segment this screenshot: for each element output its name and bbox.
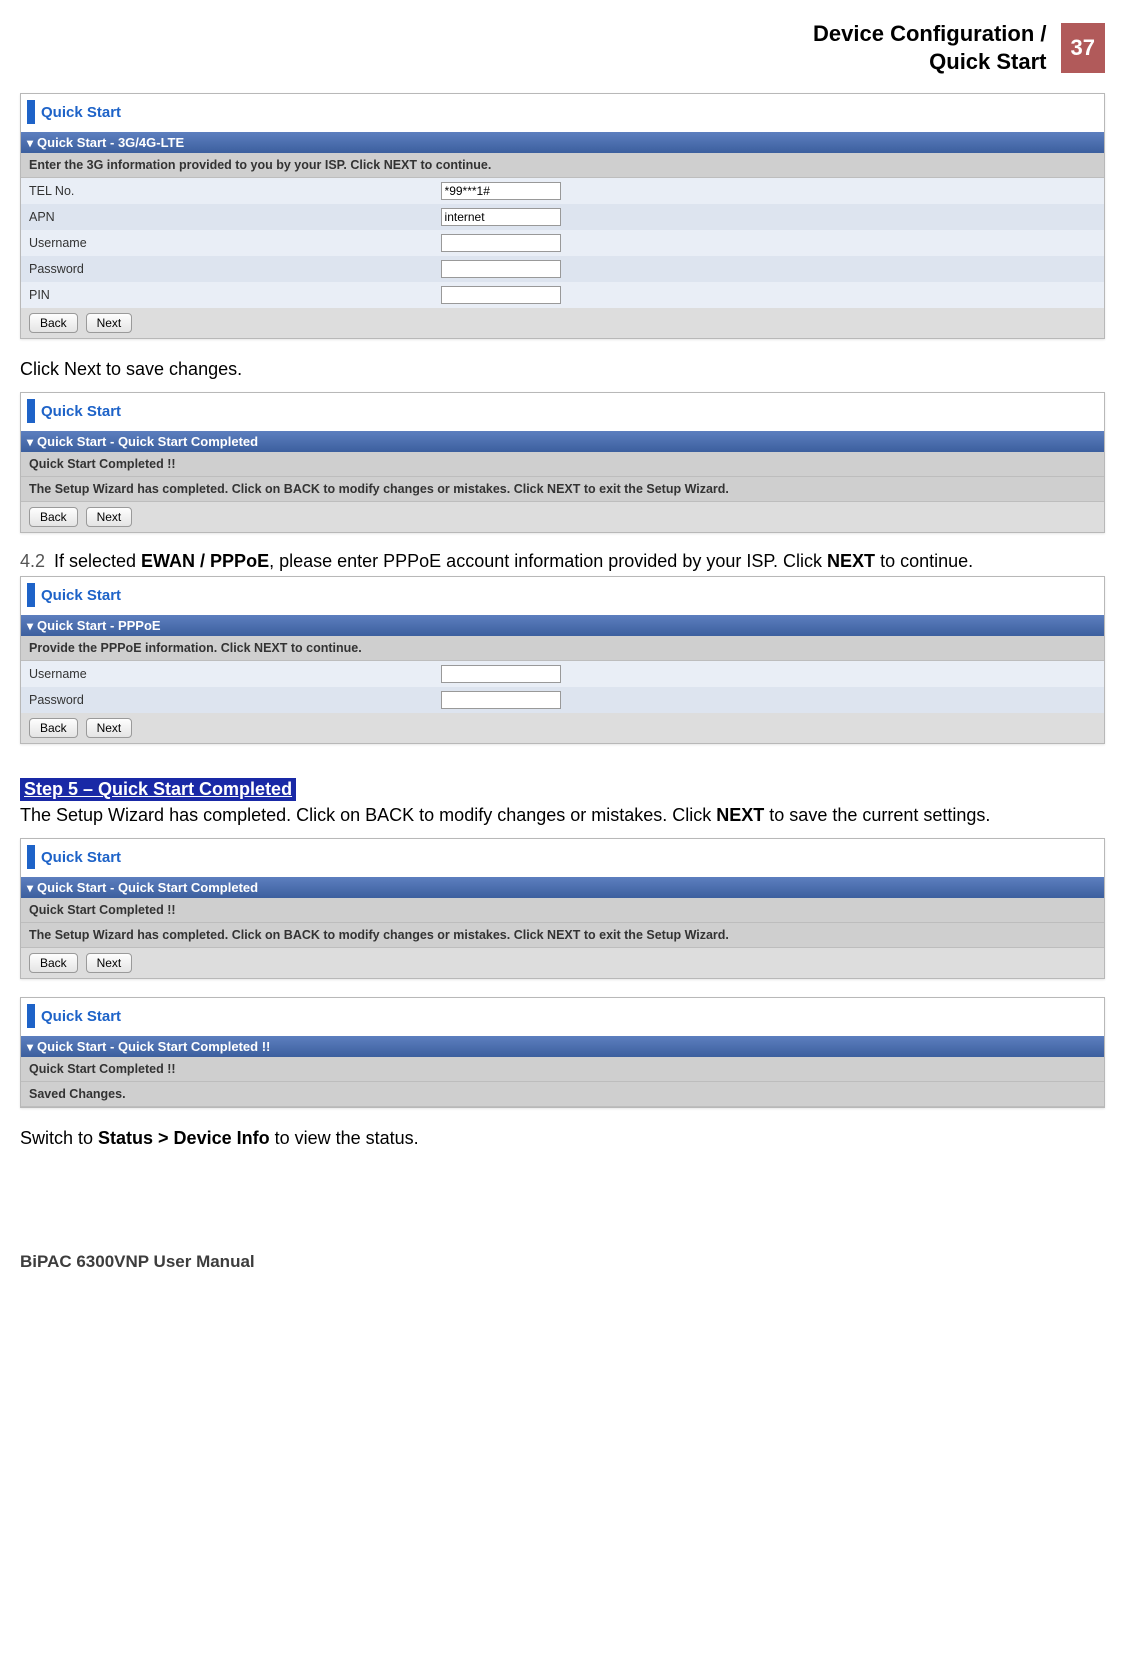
section-title: Quick Start - 3G/4G-LTE bbox=[37, 135, 184, 150]
panel-title: Quick Start bbox=[41, 403, 121, 420]
step5-banner: Step 5 – Quick Start Completed bbox=[20, 778, 296, 801]
step-text: If selected EWAN / PPPoE, please enter P… bbox=[54, 551, 973, 572]
instruction-paragraph: Click Next to save changes. bbox=[20, 357, 1105, 382]
back-button[interactable]: Back bbox=[29, 507, 78, 527]
switch-status-text: Switch to Status > Device Info to view t… bbox=[20, 1126, 1105, 1151]
field-label: Username bbox=[21, 661, 433, 687]
instruction-text: The Setup Wizard has completed. Click on… bbox=[21, 923, 1104, 948]
table-row: APN bbox=[21, 204, 1104, 230]
blue-tab-icon bbox=[27, 583, 35, 607]
table-row: Password bbox=[21, 687, 1104, 713]
pin-input[interactable] bbox=[441, 286, 561, 304]
panel-title: Quick Start bbox=[41, 587, 121, 604]
panel-title: Quick Start bbox=[41, 1008, 121, 1025]
instruction-text: Enter the 3G information provided to you… bbox=[21, 153, 1104, 178]
next-button[interactable]: Next bbox=[86, 718, 133, 738]
caret-down-icon bbox=[27, 434, 33, 449]
button-row: Back Next bbox=[21, 948, 1104, 978]
panel-saved: Quick Start Quick Start - Quick Start Co… bbox=[20, 997, 1105, 1108]
caret-down-icon bbox=[27, 1039, 33, 1054]
step5-text: The Setup Wizard has completed. Click on… bbox=[20, 803, 1105, 828]
panel-title-bar: Quick Start bbox=[21, 393, 1104, 431]
instruction-text: Provide the PPPoE information. Click NEX… bbox=[21, 636, 1104, 661]
back-button[interactable]: Back bbox=[29, 313, 78, 333]
username-input[interactable] bbox=[441, 665, 561, 683]
section-title: Quick Start - Quick Start Completed !! bbox=[37, 1039, 270, 1054]
caret-down-icon bbox=[27, 135, 33, 150]
field-label: PIN bbox=[21, 282, 433, 308]
field-label: Password bbox=[21, 256, 433, 282]
panel-title-bar: Quick Start bbox=[21, 94, 1104, 132]
next-button[interactable]: Next bbox=[86, 507, 133, 527]
caret-down-icon bbox=[27, 880, 33, 895]
completed-text: Quick Start Completed !! bbox=[21, 452, 1104, 477]
panel-pppoe: Quick Start Quick Start - PPPoE Provide … bbox=[20, 576, 1105, 744]
panel-title: Quick Start bbox=[41, 849, 121, 866]
completed-text: Quick Start Completed !! bbox=[21, 1057, 1104, 1082]
password-input[interactable] bbox=[441, 260, 561, 278]
section-title: Quick Start - PPPoE bbox=[37, 618, 161, 633]
panel-completed-2: Quick Start Quick Start - Quick Start Co… bbox=[20, 838, 1105, 979]
table-row: PIN bbox=[21, 282, 1104, 308]
panel-title-bar: Quick Start bbox=[21, 839, 1104, 877]
blue-tab-icon bbox=[27, 845, 35, 869]
next-button[interactable]: Next bbox=[86, 313, 133, 333]
page-number-badge: 37 bbox=[1061, 23, 1105, 73]
table-row: TEL No. bbox=[21, 178, 1104, 204]
section-header: Quick Start - Quick Start Completed bbox=[21, 877, 1104, 898]
password-input[interactable] bbox=[441, 691, 561, 709]
tel-no-input[interactable] bbox=[441, 182, 561, 200]
username-input[interactable] bbox=[441, 234, 561, 252]
page-header: Device Configuration / Quick Start 37 bbox=[20, 20, 1105, 75]
section-header: Quick Start - PPPoE bbox=[21, 615, 1104, 636]
button-row: Back Next bbox=[21, 502, 1104, 532]
form-table: TEL No. APN Username Password PIN bbox=[21, 178, 1104, 308]
blue-tab-icon bbox=[27, 100, 35, 124]
caret-down-icon bbox=[27, 618, 33, 633]
saved-text: Saved Changes. bbox=[21, 1082, 1104, 1107]
table-row: Username bbox=[21, 230, 1104, 256]
table-row: Username bbox=[21, 661, 1104, 687]
blue-tab-icon bbox=[27, 1004, 35, 1028]
field-label: TEL No. bbox=[21, 178, 433, 204]
panel-title: Quick Start bbox=[41, 104, 121, 121]
completed-text: Quick Start Completed !! bbox=[21, 898, 1104, 923]
section-header: Quick Start - 3G/4G-LTE bbox=[21, 132, 1104, 153]
field-label: Username bbox=[21, 230, 433, 256]
instruction-text: The Setup Wizard has completed. Click on… bbox=[21, 477, 1104, 502]
section-title: Quick Start - Quick Start Completed bbox=[37, 434, 258, 449]
step-number: 4.2 bbox=[20, 551, 50, 572]
table-row: Password bbox=[21, 256, 1104, 282]
field-label: APN bbox=[21, 204, 433, 230]
blue-tab-icon bbox=[27, 399, 35, 423]
section-title: Quick Start - Quick Start Completed bbox=[37, 880, 258, 895]
button-row: Back Next bbox=[21, 308, 1104, 338]
page-title: Device Configuration / Quick Start bbox=[813, 20, 1046, 75]
footer-manual-title: BiPAC 6300VNP User Manual bbox=[20, 1252, 1105, 1272]
panel-completed-1: Quick Start Quick Start - Quick Start Co… bbox=[20, 392, 1105, 533]
panel-3g4glte: Quick Start Quick Start - 3G/4G-LTE Ente… bbox=[20, 93, 1105, 339]
field-label: Password bbox=[21, 687, 433, 713]
next-button[interactable]: Next bbox=[86, 953, 133, 973]
back-button[interactable]: Back bbox=[29, 718, 78, 738]
form-table: Username Password bbox=[21, 661, 1104, 713]
panel-title-bar: Quick Start bbox=[21, 998, 1104, 1036]
back-button[interactable]: Back bbox=[29, 953, 78, 973]
button-row: Back Next bbox=[21, 713, 1104, 743]
apn-input[interactable] bbox=[441, 208, 561, 226]
section-header: Quick Start - Quick Start Completed bbox=[21, 431, 1104, 452]
numbered-instruction: 4.2 If selected EWAN / PPPoE, please ent… bbox=[20, 551, 1105, 572]
panel-title-bar: Quick Start bbox=[21, 577, 1104, 615]
section-header: Quick Start - Quick Start Completed !! bbox=[21, 1036, 1104, 1057]
